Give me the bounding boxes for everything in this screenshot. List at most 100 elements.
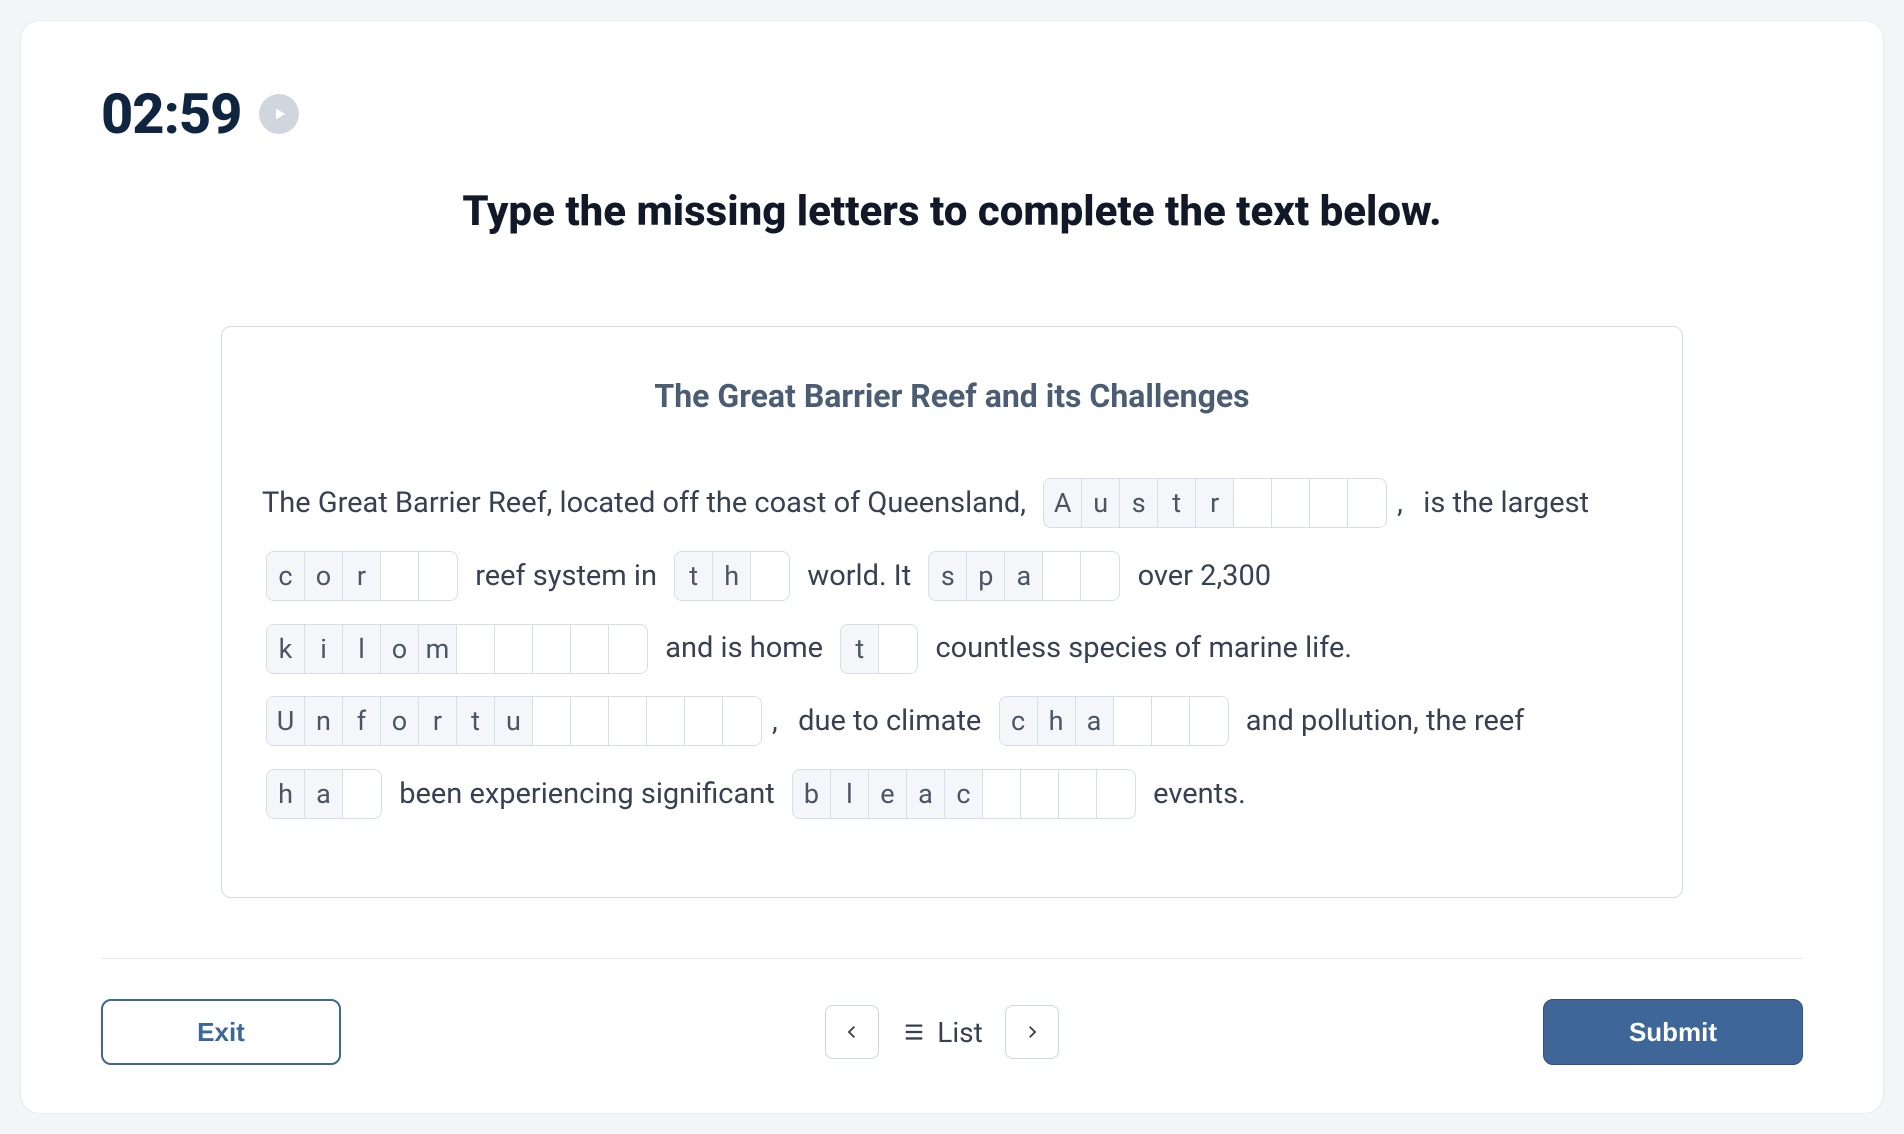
- letter-filled: e: [869, 770, 907, 818]
- letter-filled: m: [419, 625, 457, 673]
- letter-blank[interactable]: [685, 697, 723, 745]
- letter-filled: l: [343, 625, 381, 673]
- instruction-text: Type the missing letters to complete the…: [101, 187, 1803, 236]
- timer: 02:59: [101, 81, 241, 147]
- passage-text: is the largest: [1409, 470, 1596, 537]
- letter-blank[interactable]: [533, 625, 571, 673]
- list-label: List: [937, 1016, 983, 1049]
- cloze-word: Unfortu: [266, 696, 762, 746]
- letter-blank[interactable]: [571, 697, 609, 745]
- cloze-word: Austr: [1043, 478, 1387, 528]
- letter-blank[interactable]: [983, 770, 1021, 818]
- passage-title: The Great Barrier Reef and its Challenge…: [262, 377, 1642, 415]
- letter-filled: t: [457, 697, 495, 745]
- letter-blank[interactable]: [1043, 552, 1081, 600]
- letter-filled: s: [929, 552, 967, 600]
- letter-blank[interactable]: [1234, 479, 1272, 527]
- letter-filled: u: [1082, 479, 1120, 527]
- cloze-word: th: [674, 551, 790, 601]
- footer-divider: [101, 958, 1803, 959]
- letter-filled: c: [267, 552, 305, 600]
- letter-blank[interactable]: [1097, 770, 1135, 818]
- passage-text: been experiencing significant: [392, 761, 782, 828]
- letter-blank[interactable]: [1059, 770, 1097, 818]
- letter-filled: s: [1120, 479, 1158, 527]
- chevron-left-icon: [843, 1023, 861, 1041]
- letter-blank[interactable]: [381, 552, 419, 600]
- passage-text: world. It: [800, 543, 918, 610]
- passage-text: ,: [772, 688, 778, 755]
- cloze-word: bleac: [792, 769, 1136, 819]
- cloze-word: cha: [999, 696, 1229, 746]
- letter-filled: c: [1000, 697, 1038, 745]
- chevron-right-icon: [1023, 1023, 1041, 1041]
- cloze-word: spa: [928, 551, 1120, 601]
- letter-filled: b: [793, 770, 831, 818]
- letter-blank[interactable]: [495, 625, 533, 673]
- letter-filled: r: [343, 552, 381, 600]
- passage-flow: The Great Barrier Reef, located off the …: [262, 470, 1642, 827]
- letter-blank[interactable]: [1272, 479, 1310, 527]
- letter-blank[interactable]: [609, 697, 647, 745]
- letter-filled: h: [267, 770, 305, 818]
- letter-filled: c: [945, 770, 983, 818]
- letter-filled: a: [305, 770, 343, 818]
- letter-blank[interactable]: [571, 625, 609, 673]
- list-button[interactable]: List: [901, 1016, 983, 1049]
- letter-filled: a: [1005, 552, 1043, 600]
- passage-text: reef system in: [468, 543, 664, 610]
- play-button[interactable]: [259, 94, 299, 134]
- letter-filled: U: [267, 697, 305, 745]
- letter-blank[interactable]: [419, 552, 457, 600]
- letter-blank[interactable]: [1081, 552, 1119, 600]
- letter-filled: u: [495, 697, 533, 745]
- passage-text: countless species of marine life.: [928, 615, 1359, 682]
- list-icon: [901, 1021, 927, 1043]
- passage-text: over 2,300: [1130, 543, 1278, 610]
- letter-filled: a: [1076, 697, 1114, 745]
- letter-blank[interactable]: [723, 697, 761, 745]
- letter-blank[interactable]: [1190, 697, 1228, 745]
- letter-filled: a: [907, 770, 945, 818]
- letter-blank[interactable]: [1310, 479, 1348, 527]
- letter-filled: t: [841, 625, 879, 673]
- letter-filled: o: [381, 625, 419, 673]
- letter-filled: A: [1044, 479, 1082, 527]
- letter-filled: p: [967, 552, 1005, 600]
- next-button[interactable]: [1005, 1005, 1059, 1059]
- letter-blank[interactable]: [1114, 697, 1152, 745]
- letter-filled: l: [831, 770, 869, 818]
- exit-button[interactable]: Exit: [101, 999, 341, 1065]
- letter-blank[interactable]: [647, 697, 685, 745]
- letter-blank[interactable]: [751, 552, 789, 600]
- letter-blank[interactable]: [457, 625, 495, 673]
- letter-blank[interactable]: [1021, 770, 1059, 818]
- cloze-word: cor: [266, 551, 458, 601]
- letter-blank[interactable]: [343, 770, 381, 818]
- cloze-word: t: [840, 624, 918, 674]
- play-icon: [272, 106, 288, 122]
- passage-text: ,: [1397, 470, 1403, 537]
- cloze-word: ha: [266, 769, 382, 819]
- cloze-word: kilom: [266, 624, 648, 674]
- prev-button[interactable]: [825, 1005, 879, 1059]
- exercise-card: 02:59 Type the missing letters to comple…: [20, 20, 1884, 1114]
- letter-blank[interactable]: [533, 697, 571, 745]
- letter-filled: t: [675, 552, 713, 600]
- submit-button[interactable]: Submit: [1543, 999, 1803, 1065]
- letter-filled: t: [1158, 479, 1196, 527]
- letter-blank[interactable]: [1152, 697, 1190, 745]
- passage-text: The Great Barrier Reef, located off the …: [262, 470, 1033, 537]
- letter-filled: n: [305, 697, 343, 745]
- letter-blank[interactable]: [1348, 479, 1386, 527]
- letter-blank[interactable]: [609, 625, 647, 673]
- letter-filled: f: [343, 697, 381, 745]
- letter-filled: o: [381, 697, 419, 745]
- passage-text: and is home: [658, 615, 830, 682]
- letter-filled: h: [713, 552, 751, 600]
- passage-panel: The Great Barrier Reef and its Challenge…: [221, 326, 1683, 898]
- letter-filled: o: [305, 552, 343, 600]
- letter-filled: i: [305, 625, 343, 673]
- letter-blank[interactable]: [879, 625, 917, 673]
- letter-filled: r: [419, 697, 457, 745]
